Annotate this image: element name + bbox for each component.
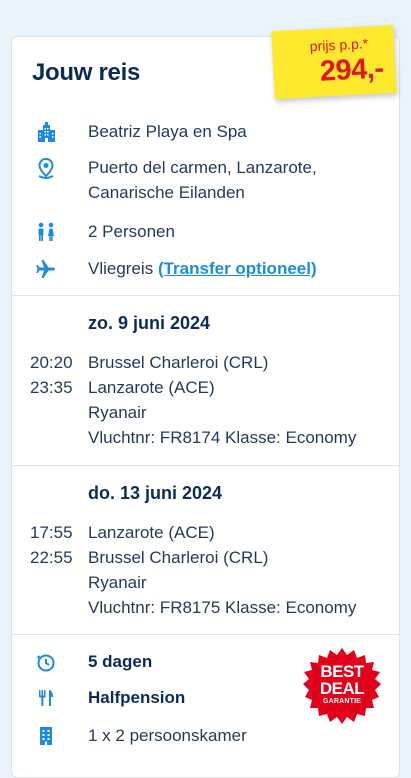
room-building-icon xyxy=(35,725,57,747)
price-per-person-label: prijs p.p.* xyxy=(309,35,369,55)
airplane-icon xyxy=(35,258,57,280)
outbound-depart-time: 20:20 xyxy=(30,353,73,372)
page-title: Jouw reis xyxy=(32,59,141,86)
badge-line3: GARANTIE xyxy=(322,698,362,705)
return-arrive-time: 22:55 xyxy=(30,548,73,567)
divider xyxy=(12,634,399,635)
return-depart-time: 17:55 xyxy=(30,523,73,542)
outbound-to: Lanzarote (ACE) xyxy=(88,378,215,397)
location-pin-icon xyxy=(35,157,57,179)
outbound-airline: Ryanair xyxy=(88,403,147,422)
trip-duration: 5 dagen xyxy=(88,652,153,671)
return-airline: Ryanair xyxy=(88,573,147,592)
persons-icon xyxy=(35,221,57,243)
outbound-arrive-time: 23:35 xyxy=(30,378,73,397)
best-deal-badge: BEST DEAL GARANTIE xyxy=(303,647,381,725)
price-amount: 294,- xyxy=(319,52,385,88)
outbound-flight-info: Vluchtnr: FR8174 Klasse: Economy xyxy=(88,428,357,447)
trip-summary-card: Jouw reis Beatriz Playa en Spa Puerto de… xyxy=(11,36,400,778)
location-line2: Canarische Eilanden xyxy=(88,183,245,202)
hotel-building-icon xyxy=(35,122,57,144)
clock-icon xyxy=(35,651,57,673)
hotel-name: Beatriz Playa en Spa xyxy=(88,122,247,141)
transfer-optional-link[interactable]: (Transfer optioneel) xyxy=(158,259,317,278)
divider xyxy=(12,295,399,296)
return-date: do. 13 juni 2024 xyxy=(88,483,223,503)
travel-type-label: Vliegreis xyxy=(88,259,154,278)
travel-type: Vliegreis (Transfer optioneel) xyxy=(88,256,317,281)
board-type: Halfpension xyxy=(88,688,186,707)
return-to: Brussel Charleroi (CRL) xyxy=(88,548,269,567)
location-line1: Puerto del carmen, Lanzarote, xyxy=(88,158,317,177)
persons-count: 2 Personen xyxy=(88,222,175,241)
badge-line2: DEAL xyxy=(319,679,365,698)
return-from: Lanzarote (ACE) xyxy=(88,523,215,542)
badge-line1: BEST xyxy=(320,662,364,681)
price-tag: prijs p.p.* 294,- xyxy=(271,24,397,100)
return-flight-info: Vluchtnr: FR8175 Klasse: Economy xyxy=(88,598,357,617)
cutlery-icon xyxy=(35,687,57,709)
divider xyxy=(12,465,399,466)
room-type: 1 x 2 persoonskamer xyxy=(88,726,247,745)
outbound-from: Brussel Charleroi (CRL) xyxy=(88,353,269,372)
outbound-date: zo. 9 juni 2024 xyxy=(88,313,211,333)
